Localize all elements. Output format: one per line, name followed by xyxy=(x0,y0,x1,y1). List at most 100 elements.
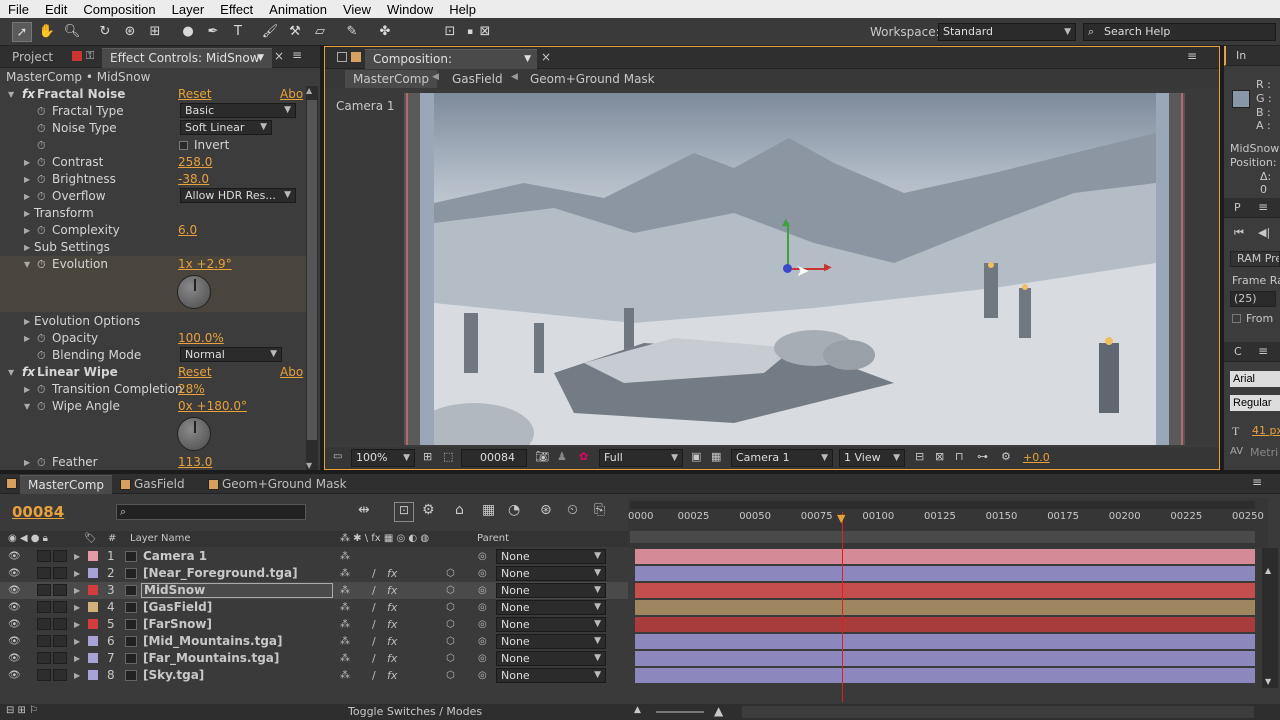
comp-viewer[interactable]: Camera 1 ▲ ▶ ➤ xyxy=(325,89,1219,445)
motion-blur-icon[interactable]: ▦ xyxy=(482,502,495,518)
region-of-interest-icon[interactable]: ▣ xyxy=(691,450,701,463)
mask-visibility-icon[interactable]: ⬚ xyxy=(443,450,453,463)
panel-menu-icon[interactable]: ≡ xyxy=(292,48,302,62)
scroll-up-icon[interactable]: ▲ xyxy=(306,86,312,95)
expand-triangle-icon[interactable]: ▼ xyxy=(8,364,14,381)
expand-triangle-icon[interactable]: ▶ xyxy=(24,154,30,171)
expand-triangle-icon[interactable]: ▶ xyxy=(24,239,30,256)
invert-checkbox[interactable] xyxy=(179,141,188,150)
breadcrumb-gasfield[interactable]: GasField xyxy=(452,72,503,86)
menu-file[interactable]: File xyxy=(0,2,37,17)
scroll-down-icon[interactable]: ▼ xyxy=(306,461,312,470)
tab-info[interactable]: In xyxy=(1236,49,1246,62)
close-icon[interactable]: × xyxy=(541,50,551,64)
layer-search-input[interactable]: ⌕ xyxy=(116,504,306,520)
menu-effect[interactable]: Effect xyxy=(212,2,261,17)
zoom-tool-icon[interactable]: 🔍︎ xyxy=(62,22,82,42)
toggle-pixel-aspect-icon[interactable]: ⊟ xyxy=(915,450,924,463)
stopwatch-icon[interactable]: ⏱ xyxy=(37,398,46,415)
scroll-up-icon[interactable]: ▲ xyxy=(1265,566,1271,575)
draft-3d-icon[interactable]: ⊡ xyxy=(394,502,414,522)
menu-edit[interactable]: Edit xyxy=(37,2,75,17)
effect-controls-scrollbar[interactable]: ▲ ▼ xyxy=(306,86,318,470)
hand-tool-icon[interactable]: ✋ xyxy=(37,22,57,42)
stopwatch-icon[interactable]: ⏱ xyxy=(37,222,46,239)
reset-link[interactable]: Reset xyxy=(178,86,212,103)
expand-triangle-icon[interactable]: ▶ xyxy=(24,188,30,205)
stopwatch-icon[interactable]: ⏱ xyxy=(37,120,46,137)
menu-view[interactable]: View xyxy=(335,2,379,17)
close-icon[interactable]: × xyxy=(274,49,284,63)
effect-fractal-noise[interactable]: ▼ fx Fractal Noise Reset Abo xyxy=(0,86,304,103)
expand-layer-switches-icon[interactable]: ⊟ ⊞ ⚐ xyxy=(6,705,38,716)
composition-mini-flowchart-icon[interactable]: ⇹ xyxy=(358,502,370,518)
show-snapshot-icon[interactable]: ♟ xyxy=(557,450,567,463)
stopwatch-icon[interactable]: ⏱ xyxy=(37,137,46,154)
layer-duration-bar[interactable] xyxy=(635,600,1255,615)
stopwatch-active-icon[interactable]: ⏱ xyxy=(37,256,46,273)
tab-timeline-geom-ground-mask[interactable]: Geom+Ground Mask xyxy=(214,475,355,495)
transition-value[interactable]: 28% xyxy=(178,381,205,398)
panel-menu-lock-icon[interactable]: ⚿ xyxy=(86,49,94,63)
lock-icon[interactable] xyxy=(72,51,82,61)
fx-icon[interactable]: fx xyxy=(22,86,35,103)
current-time-indicator-icon[interactable]: ▼ xyxy=(837,512,845,525)
layer-duration-bar[interactable] xyxy=(635,566,1255,581)
view-axis-icon[interactable]: ⊠ xyxy=(475,22,495,42)
toggle-switches-modes-button[interactable]: Toggle Switches / Modes xyxy=(348,705,482,718)
stopwatch-icon[interactable]: ⏱ xyxy=(37,347,46,364)
axis-mode-icon[interactable]: ⊡ xyxy=(440,22,460,42)
tab-character[interactable]: C xyxy=(1234,345,1242,358)
layer-name-header[interactable]: Layer Name xyxy=(130,531,191,547)
property-sub-settings[interactable]: ▶ Sub Settings xyxy=(0,239,304,256)
expand-triangle-icon[interactable]: ▶ xyxy=(24,330,30,347)
pan-behind-tool-icon[interactable]: ⊞ xyxy=(145,22,165,42)
orbit-camera-tool-icon[interactable]: ⊛ xyxy=(120,22,140,42)
stopwatch-icon[interactable]: ⏱ xyxy=(37,381,46,398)
blending-mode-dropdown[interactable]: Normal ▼ xyxy=(180,347,282,362)
timeline-icon[interactable]: ⊓ xyxy=(955,450,964,463)
current-time-display[interactable]: 00084 xyxy=(12,503,64,521)
font-style-field[interactable]: Regular xyxy=(1230,395,1280,411)
frame-rate-field[interactable]: (25) xyxy=(1230,291,1276,307)
scroll-down-icon[interactable]: ▼ xyxy=(1265,677,1271,686)
pen-tool-icon[interactable]: ✒ xyxy=(203,22,223,42)
from-current-checkbox[interactable] xyxy=(1232,314,1241,323)
layer-duration-bar[interactable] xyxy=(635,651,1255,666)
fractal-type-dropdown[interactable]: Basic ▼ xyxy=(180,103,296,118)
tab-timeline-gasfield[interactable]: GasField xyxy=(126,475,193,495)
tab-project[interactable]: Project xyxy=(4,48,61,68)
timeline-vertical-scrollbar[interactable]: ▲ ▼ xyxy=(1262,548,1278,688)
feather-value[interactable]: 113.0 xyxy=(178,454,212,470)
expand-triangle-icon[interactable]: ▶ xyxy=(24,381,30,398)
stopwatch-icon[interactable]: ⏱ xyxy=(37,103,46,120)
stopwatch-icon[interactable]: ⏱ xyxy=(37,171,46,188)
menu-help[interactable]: Help xyxy=(441,2,484,17)
current-time-field[interactable]: 00084 xyxy=(461,449,527,467)
layer-duration-bar[interactable] xyxy=(635,668,1255,683)
expand-triangle-icon[interactable]: ▼ xyxy=(8,86,14,103)
search-help-input[interactable]: ⌕ Search Help xyxy=(1083,23,1276,41)
magnification-dropdown[interactable]: 100% ▼ xyxy=(351,449,415,467)
tab-effect-controls[interactable]: Effect Controls: MidSnow ▼ xyxy=(102,48,272,68)
font-family-field[interactable]: Arial xyxy=(1230,371,1280,387)
gizmo-z-axis[interactable] xyxy=(783,264,792,273)
menu-composition[interactable]: Composition xyxy=(75,2,163,17)
gizmo-y-axis[interactable] xyxy=(787,223,789,269)
layer-duration-bar[interactable] xyxy=(635,634,1255,649)
menu-window[interactable]: Window xyxy=(379,2,441,17)
overflow-dropdown[interactable]: Allow HDR Res... ▼ xyxy=(180,188,296,203)
property-evolution-options[interactable]: ▶ Evolution Options xyxy=(0,313,304,330)
expand-triangle-icon[interactable]: ▶ xyxy=(24,205,30,222)
fx-icon[interactable]: fx xyxy=(22,364,35,381)
noise-type-dropdown[interactable]: Soft Linear ▼ xyxy=(180,120,272,135)
previous-frame-icon[interactable]: ◀| xyxy=(1258,226,1270,239)
safe-zones-icon[interactable]: ⊞ xyxy=(423,450,432,463)
transparency-grid-icon[interactable]: ▦ xyxy=(711,450,721,463)
about-link[interactable]: Abo xyxy=(280,86,303,103)
roto-brush-tool-icon[interactable]: ✎ xyxy=(342,22,362,42)
time-navigator[interactable] xyxy=(630,501,1255,509)
rgb-channel-icon[interactable]: ✿ xyxy=(579,450,588,463)
wipe-angle-value[interactable]: 0x +180.0° xyxy=(178,398,247,415)
layer-duration-bar[interactable] xyxy=(635,617,1255,632)
